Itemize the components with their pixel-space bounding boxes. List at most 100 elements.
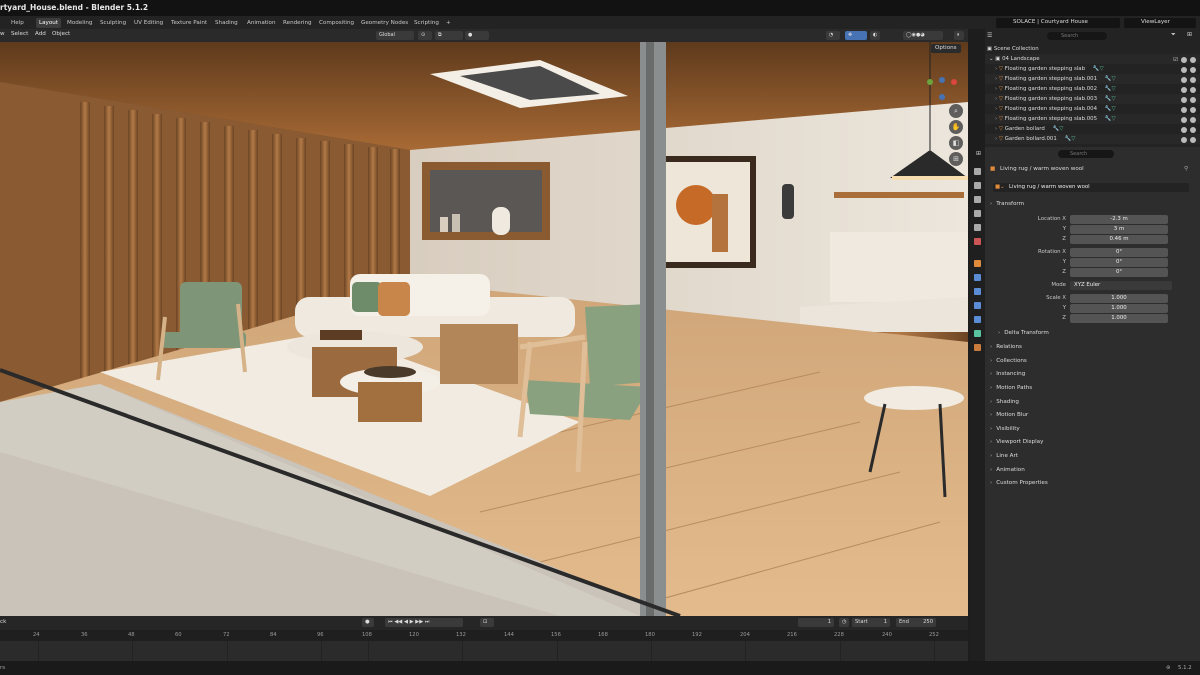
camera-icon[interactable]	[1190, 126, 1196, 133]
playback-controls[interactable]: ⏮ ◀◀ ◀ ▶ ▶▶ ⏭	[385, 618, 463, 627]
menu-select[interactable]: Select	[11, 31, 28, 37]
outliner-item[interactable]: › ▽ Floating garden stepping slab.003 🔧▽	[985, 94, 1200, 104]
start-frame-field[interactable]: Start 1	[852, 618, 890, 627]
outliner-item[interactable]: › ▽ Floating garden stepping slab 🔧▽	[985, 64, 1200, 74]
camera-icon[interactable]	[1190, 136, 1196, 143]
eye-icon[interactable]	[1181, 66, 1187, 73]
menu-object[interactable]: Object	[52, 31, 70, 37]
expand-icon[interactable]: ›	[995, 96, 997, 102]
tab-compositing[interactable]: Compositing	[316, 18, 357, 28]
add-workspace-button[interactable]: +	[443, 18, 454, 28]
camera-icon[interactable]	[1190, 66, 1196, 73]
camera-icon[interactable]	[1190, 56, 1196, 63]
outliner-item[interactable]: › ▽ Floating garden stepping slab.005 🔧▽	[985, 114, 1200, 124]
pin-icon[interactable]: ⚲	[1184, 166, 1188, 172]
eye-icon[interactable]	[1181, 126, 1187, 133]
zoom-icon[interactable]: ⌕	[949, 104, 963, 118]
expand-icon[interactable]: ›	[995, 116, 997, 122]
grid-icon[interactable]: ⊞	[949, 152, 963, 166]
visibility-icon[interactable]: ◔	[826, 31, 840, 40]
location-z-field[interactable]: 0.46 m	[1070, 235, 1168, 244]
eye-icon[interactable]	[1181, 106, 1187, 113]
tab-rendering[interactable]: Rendering	[280, 18, 315, 28]
collections-panel-header[interactable]: Collections	[990, 355, 1195, 368]
tab-scripting[interactable]: Scripting	[411, 18, 442, 28]
data-tab-icon[interactable]	[974, 330, 981, 337]
gizmo-icon[interactable]: ✥	[845, 31, 867, 40]
expand-icon[interactable]: ›	[995, 126, 997, 132]
menu-add[interactable]: Add	[35, 31, 46, 37]
world-tab-icon[interactable]	[974, 238, 981, 245]
eye-icon[interactable]	[1181, 56, 1187, 63]
tab-animation[interactable]: Animation	[244, 18, 279, 28]
visibility-panel-header[interactable]: Visibility	[990, 423, 1195, 436]
options-dropdown[interactable]: Options	[931, 44, 961, 53]
pan-hand-icon[interactable]: ✋	[949, 120, 963, 134]
3d-viewport[interactable]	[0, 42, 968, 616]
checkbox-icon[interactable]: ☑	[1173, 57, 1178, 63]
tab-shading[interactable]: Shading	[212, 18, 241, 28]
properties-search-input[interactable]: Search	[1058, 150, 1114, 158]
scene-tab-icon[interactable]	[974, 224, 981, 231]
expand-icon[interactable]: ›	[995, 136, 997, 142]
outliner-scene-collection[interactable]: ▣ Scene Collection	[985, 44, 1200, 54]
end-frame-field[interactable]: End 250	[896, 618, 936, 627]
shading-mode-icons[interactable]: ◯◉●◕	[903, 31, 943, 40]
animation-panel-header[interactable]: Animation	[990, 464, 1195, 477]
rotation-z-field[interactable]: 0°	[1070, 268, 1168, 277]
instancing-panel-header[interactable]: Instancing	[990, 368, 1195, 381]
eye-icon[interactable]	[1181, 136, 1187, 143]
menu-help[interactable]: Help	[8, 18, 27, 28]
tab-geometry-nodes[interactable]: Geometry Nodes	[358, 18, 411, 28]
expand-icon[interactable]: ›	[995, 106, 997, 112]
outliner-item[interactable]: › ▽ Floating garden stepping slab.001 🔧▽	[985, 74, 1200, 84]
transform-panel-header[interactable]: Transform	[990, 198, 1195, 211]
delta-transform-header[interactable]: Delta Transform	[998, 327, 1188, 340]
motion-blur-panel-header[interactable]: Motion Blur	[990, 409, 1195, 422]
location-x-field[interactable]: -2.3 m	[1070, 215, 1168, 224]
expand-icon[interactable]: ⌄	[989, 56, 994, 62]
rotation-mode-dropdown[interactable]: XYZ Euler	[1070, 281, 1172, 290]
filter-icon[interactable]: ⏷	[1171, 31, 1176, 39]
tab-sculpting[interactable]: Sculpting	[97, 18, 129, 28]
outliner-item[interactable]: › ▽ Garden bollard 🔧▽	[985, 124, 1200, 134]
expand-icon[interactable]: ›	[995, 76, 997, 82]
menu-view[interactable]: w	[0, 31, 5, 37]
timeline-track[interactable]	[0, 641, 968, 661]
physics-tab-icon[interactable]	[974, 302, 981, 309]
object-tab-icon[interactable]	[974, 260, 981, 267]
rotation-x-field[interactable]: 0°	[1070, 248, 1168, 257]
outliner-item[interactable]: › ▽ Floating garden stepping slab.002 🔧▽	[985, 84, 1200, 94]
clock-icon[interactable]: ◷	[839, 618, 849, 627]
record-icon[interactable]: ●	[362, 618, 374, 627]
shading-panel-header[interactable]: Shading	[990, 396, 1195, 409]
camera-icon[interactable]	[1190, 76, 1196, 83]
viewport-display-panel-header[interactable]: Viewport Display	[990, 436, 1195, 449]
line-art-panel-header[interactable]: Line Art	[990, 450, 1195, 463]
pause-icon[interactable]: ⏸	[954, 31, 964, 40]
outliner-collection[interactable]: ⌄ ▣ 04 Landscape ☑	[985, 54, 1200, 64]
tab-texture-paint[interactable]: Texture Paint	[168, 18, 210, 28]
properties-editor-icon[interactable]: ⊞	[976, 150, 981, 157]
overlay-icon[interactable]: ◐	[870, 31, 880, 40]
rotation-y-field[interactable]: 0°	[1070, 258, 1168, 267]
eye-icon[interactable]	[1181, 116, 1187, 123]
new-collection-icon[interactable]: ⊞	[1187, 31, 1192, 38]
scale-y-field[interactable]: 1.000	[1070, 304, 1168, 313]
camera-icon[interactable]	[1190, 86, 1196, 93]
relations-panel-header[interactable]: Relations	[990, 341, 1195, 354]
keying-icon[interactable]: ⊡	[480, 618, 494, 627]
custom-properties-panel-header[interactable]: Custom Properties	[990, 477, 1195, 490]
current-frame-field[interactable]: 1	[798, 618, 834, 627]
tool-tab-icon[interactable]	[974, 168, 981, 175]
scale-x-field[interactable]: 1.000	[1070, 294, 1168, 303]
camera-icon[interactable]	[1190, 106, 1196, 113]
tab-uv-editing[interactable]: UV Editing	[131, 18, 166, 28]
modifier-tab-icon[interactable]	[974, 274, 981, 281]
render-tab-icon[interactable]	[974, 182, 981, 189]
material-tab-icon[interactable]	[974, 344, 981, 351]
location-y-field[interactable]: 3 m	[1070, 225, 1168, 234]
snap-icon[interactable]: ⧉	[435, 31, 463, 40]
constraints-tab-icon[interactable]	[974, 316, 981, 323]
output-tab-icon[interactable]	[974, 196, 981, 203]
